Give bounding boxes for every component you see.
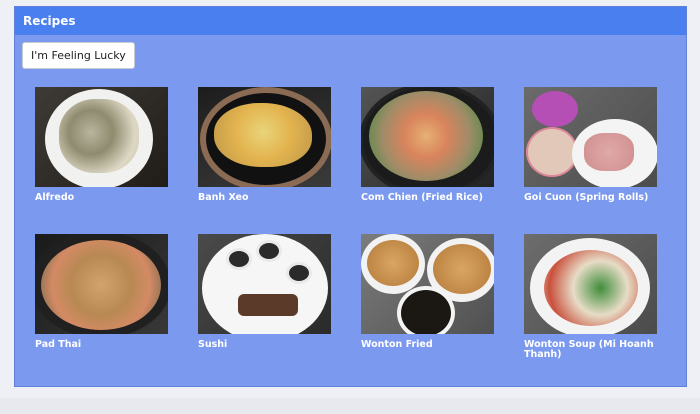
recipe-title[interactable]: Pad Thai [35,340,168,350]
feeling-lucky-button[interactable]: I'm Feeling Lucky [22,42,135,69]
goi-cuon-photo[interactable] [524,87,657,187]
recipe-title[interactable]: Alfredo [35,193,168,203]
banh-xeo-photo[interactable] [198,87,331,187]
recipe-card-com-chien[interactable]: Com Chien (Fried Rice) [361,87,494,234]
com-chien-photo[interactable] [361,87,494,187]
recipe-card-alfredo[interactable]: Alfredo [35,87,168,234]
recipe-title[interactable]: Sushi [198,340,331,350]
recipe-card-sushi[interactable]: Sushi [198,234,331,381]
recipe-title[interactable]: Com Chien (Fried Rice) [361,193,494,203]
recipe-title[interactable]: Wonton Fried [361,340,494,350]
recipe-card-banh-xeo[interactable]: Banh Xeo [198,87,331,234]
recipe-card-wonton-fried[interactable]: Wonton Fried [361,234,494,381]
recipe-title[interactable]: Goi Cuon (Spring Rolls) [524,193,657,203]
recipe-grid: Alfredo Banh Xeo Com Chien (Fried Rice) … [35,87,675,381]
sushi-photo[interactable] [198,234,331,334]
recipe-card-goi-cuon[interactable]: Goi Cuon (Spring Rolls) [524,87,657,234]
recipe-title[interactable]: Wonton Soup (Mi Hoanh Thanh) [524,340,657,360]
recipes-panel: Recipes I'm Feeling Lucky Alfredo Banh X… [14,6,687,387]
wonton-fried-photo[interactable] [361,234,494,334]
page-footer-strip [0,398,700,414]
recipe-card-pad-thai[interactable]: Pad Thai [35,234,168,381]
panel-title: Recipes [23,14,76,28]
alfredo-photo[interactable] [35,87,168,187]
panel-header: Recipes [15,7,686,35]
wonton-soup-photo[interactable] [524,234,657,334]
recipe-card-wonton-soup[interactable]: Wonton Soup (Mi Hoanh Thanh) [524,234,657,381]
pad-thai-photo[interactable] [35,234,168,334]
recipe-title[interactable]: Banh Xeo [198,193,331,203]
